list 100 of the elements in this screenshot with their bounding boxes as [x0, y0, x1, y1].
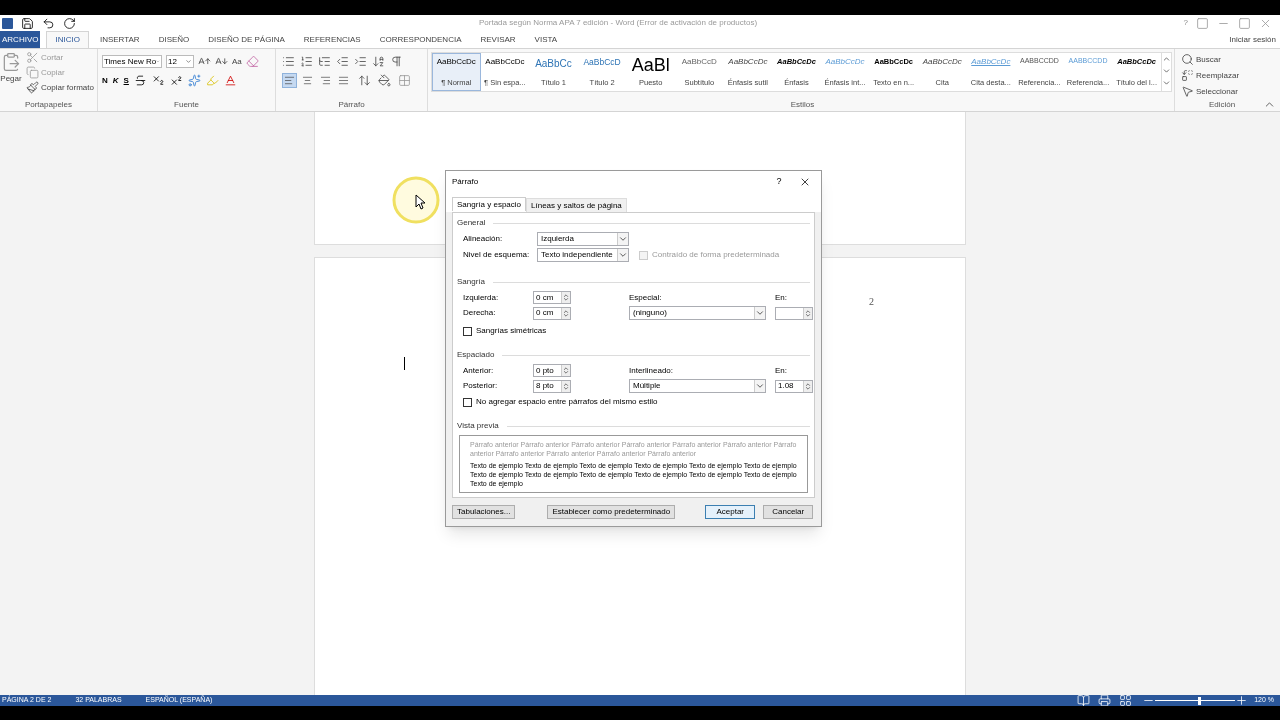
replace-button[interactable]: Reemplazar — [1196, 69, 1240, 82]
read-mode-icon[interactable] — [1077, 695, 1091, 706]
caret-icon[interactable] — [185, 58, 192, 65]
page-number: 2 — [869, 295, 874, 309]
group-label: Estilos — [789, 99, 816, 111]
field-label: Izquierda: — [463, 291, 500, 304]
ribbon-tab[interactable]: INICIO — [46, 31, 89, 48]
field-label: Nivel de esquema: — [463, 249, 531, 261]
scissors-icon[interactable] — [26, 51, 39, 64]
zoom-in-icon[interactable] — [1235, 695, 1249, 706]
text-cursor — [404, 357, 405, 370]
font-name-field[interactable]: Times New Ro — [102, 55, 162, 68]
field-label: Posterior: — [463, 380, 499, 392]
spin-field[interactable]: 1.08 — [775, 379, 813, 393]
dialog-button[interactable]: Tabulaciones... — [452, 505, 516, 519]
spin-arrows-icon[interactable] — [561, 365, 570, 376]
increase-indent-icon[interactable] — [354, 55, 367, 68]
strikethrough-icon[interactable] — [133, 74, 147, 87]
ribbon-tab[interactable]: CORRESPONDENCIA — [371, 31, 470, 48]
spin-field[interactable] — [775, 306, 813, 320]
spin-arrows-icon[interactable] — [561, 307, 570, 319]
section-heading: Sangría — [457, 276, 486, 288]
window-title: Portada según Norma APA 7 edición - Word (Error de activación de productos) — [479, 17, 759, 29]
zoom-slider-thumb[interactable] — [1198, 696, 1202, 705]
find-button[interactable]: Buscar — [1196, 53, 1221, 66]
dialog-button[interactable]: Aceptar — [705, 505, 756, 519]
dialog-button[interactable]: Establecer como predeterminado — [547, 505, 676, 519]
ribbon-tab[interactable]: VISTA — [526, 31, 566, 48]
ribbon-tab[interactable]: DISEÑO DE PÁGINA — [200, 31, 293, 48]
underline-button[interactable]: S — [123, 74, 129, 87]
field-label: Alineación: — [463, 233, 504, 245]
field-label: Anterior: — [463, 364, 495, 377]
ribbon-tab[interactable]: REVISAR — [472, 31, 524, 48]
section-heading: General — [457, 217, 486, 229]
shading-icon[interactable] — [378, 74, 391, 87]
numbering-icon[interactable] — [300, 55, 313, 68]
eraser-icon[interactable] — [245, 55, 259, 68]
font-size-field[interactable]: 12 — [166, 55, 194, 68]
pilcrow-icon[interactable] — [390, 55, 403, 68]
checkbox-label: No agregar espacio entre párrafos del mismo estilo — [476, 396, 658, 408]
save-icon[interactable] — [21, 16, 34, 30]
align-button[interactable] — [282, 73, 297, 88]
help-button[interactable]: ? — [1183, 17, 1188, 29]
undo-icon[interactable] — [42, 16, 55, 30]
bold-button[interactable]: N — [102, 74, 108, 87]
spin-arrows-icon[interactable] — [561, 380, 570, 392]
bullets-icon[interactable] — [282, 55, 295, 68]
mouse-pointer-icon — [392, 176, 440, 224]
spin-field[interactable]: 0 cm — [533, 306, 571, 320]
dropdown-field[interactable]: Texto independiente — [537, 248, 629, 262]
ribbon-tab[interactable]: DISEÑO — [150, 31, 198, 48]
section-heading: Vista previa — [457, 420, 499, 432]
dialog-title: Párrafo — [452, 176, 480, 188]
ribbon-tab[interactable]: ARCHIVO — [0, 31, 41, 48]
sort-icon[interactable] — [372, 55, 385, 68]
dialog-button[interactable]: Cancelar — [763, 505, 814, 519]
redo-icon[interactable] — [63, 16, 76, 30]
spin-field[interactable]: 8 pto — [533, 379, 571, 393]
group-label: Edición — [1207, 98, 1237, 111]
line-spacing-icon[interactable] — [358, 74, 371, 87]
superscript-icon[interactable] — [169, 74, 183, 87]
text-effects-icon[interactable] — [187, 74, 201, 87]
dropdown-field[interactable]: Múltiple — [629, 379, 766, 393]
borders-icon[interactable] — [398, 74, 411, 87]
dialog-tab[interactable]: Sangría y espacio — [452, 197, 527, 211]
help-button[interactable]: ? — [769, 175, 789, 189]
print-layout-icon[interactable] — [1098, 695, 1112, 706]
replace-icon[interactable] — [1181, 69, 1194, 82]
checkbox-label: Contraído de forma predeterminada — [652, 249, 780, 261]
paintbrush-icon[interactable] — [26, 81, 39, 94]
paste-icon[interactable] — [1, 51, 21, 73]
field-label: Especial: — [629, 291, 663, 304]
spin-arrows-icon[interactable] — [803, 380, 812, 392]
paste-button[interactable]: Pegar — [0, 73, 22, 85]
dropdown-field[interactable]: (ninguno) — [629, 306, 766, 320]
web-layout-icon[interactable] — [1119, 695, 1133, 706]
field-label: En: — [775, 291, 788, 304]
spin-arrows-icon[interactable] — [561, 292, 570, 303]
pointer-icon[interactable] — [1181, 85, 1194, 98]
select-button[interactable]: Seleccionar — [1196, 85, 1238, 98]
italic-button[interactable]: K — [112, 74, 119, 87]
ribbon-display-icon[interactable] — [1196, 16, 1209, 30]
checkbox[interactable] — [463, 326, 472, 336]
multilevel-list-icon[interactable] — [318, 55, 331, 68]
restore-icon[interactable] — [1238, 16, 1251, 30]
spin-field[interactable]: 0 pto — [533, 364, 571, 377]
section-heading: Espaciado — [457, 349, 495, 361]
decrease-indent-icon[interactable] — [336, 55, 349, 68]
spin-field[interactable]: 0 cm — [533, 291, 571, 304]
checkbox[interactable] — [463, 397, 472, 407]
ribbon-tab[interactable]: INSERTAR — [91, 31, 148, 48]
close-icon[interactable] — [799, 176, 811, 188]
ribbon-tab[interactable]: REFERENCIAS — [295, 31, 369, 48]
font-color-icon[interactable] — [223, 74, 237, 87]
subscript-icon[interactable] — [151, 74, 165, 87]
format-painter-button[interactable]: Copiar formato — [41, 81, 94, 94]
change-case-button[interactable]: Aa — [232, 55, 242, 68]
dialog-tab[interactable]: Líneas y saltos de página — [526, 198, 627, 212]
dropdown-field[interactable]: Izquierda — [537, 232, 629, 246]
spin-arrows-icon[interactable] — [803, 307, 812, 319]
